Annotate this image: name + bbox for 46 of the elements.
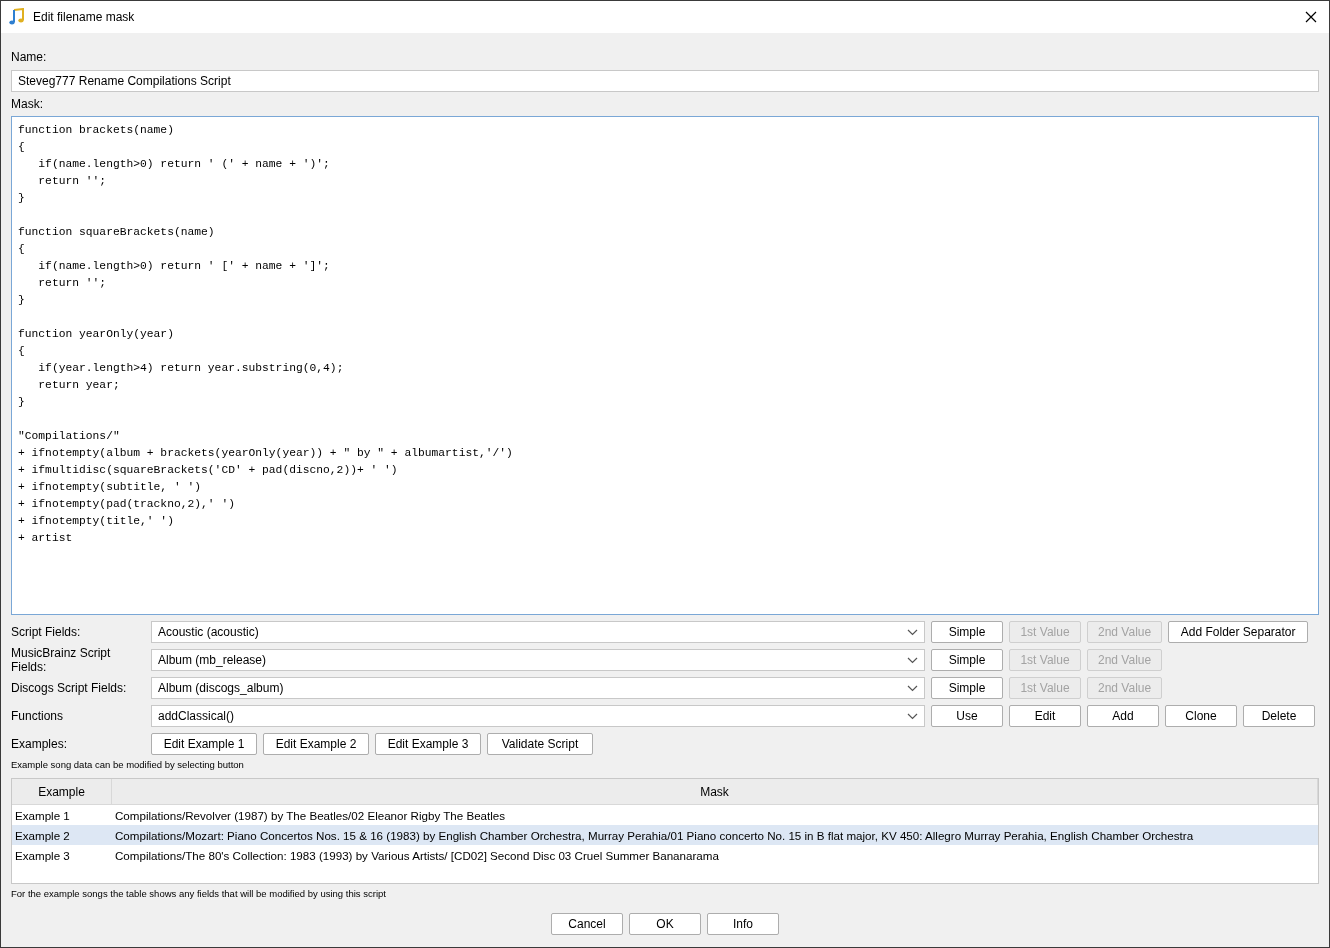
button[interactable]: Info (707, 913, 779, 935)
button[interactable]: Simple (931, 621, 1003, 643)
button[interactable]: Validate Script (487, 733, 593, 755)
field-label: Examples: (11, 737, 69, 751)
field-label: MusicBrainz Script Fields: (11, 646, 112, 674)
button[interactable]: Delete (1243, 705, 1315, 727)
chevron-down-icon (907, 712, 918, 720)
table-row[interactable] (12, 825, 1318, 845)
button[interactable]: Simple (931, 649, 1003, 671)
button[interactable]: Edit Example 2 (263, 733, 369, 755)
button[interactable]: Edit Example 3 (375, 733, 481, 755)
dropdown[interactable]: Acoustic (acoustic) (151, 621, 925, 643)
button[interactable]: Add Folder Separator (1168, 621, 1309, 643)
button[interactable]: Add (1087, 705, 1159, 727)
button[interactable]: Edit Example 1 (151, 733, 257, 755)
code-editor[interactable]: function brackets(name) { if(name.length>0) return ' (' + name + ')'; return ''; } function squareBrackets(name) { if(name.length>0) return ' [' + name + ']'; return ''; } function yearOnly(year) { if(year.length>4) return year.substring(0,4); return year; } "Compilations/" + ifnotempty(album + brackets(yearOnly(year)) + " by " + albumartist,'/') + ifmultidisc(squareBrackets('CD' + pad(discno,2))+ ' ') + ifnotempty(subtitle, ' ') + ifnotempty(pad(trackno,2),' ') + ifnotempty(title,' ') + artist (11, 116, 1319, 615)
button[interactable]: Cancel (551, 913, 623, 935)
dropdown[interactable]: Album (discogs_album) (151, 677, 925, 699)
button[interactable]: Clone (1165, 705, 1237, 727)
dropdown[interactable]: Album (mb_release) (151, 649, 925, 671)
name-field[interactable]: Steveg777 Rename Compilations Script (11, 70, 1319, 92)
field-label: Name: (11, 49, 48, 65)
dropdown[interactable]: addClassical() (151, 705, 925, 727)
button[interactable]: OK (629, 913, 701, 935)
window-title: Edit filename mask (33, 10, 136, 24)
chevron-down-icon (907, 684, 918, 692)
table-cell-text: Compilations/The 80's Collection: 1983 (1993) by Various Artists/ [CD02] Second Disc 03 Cruel Summer Bananarama (114, 848, 720, 862)
table-cell-text: Compilations/Revolver (1987) by The Beatles/02 Eleanor Rigby The Beatles (114, 808, 507, 822)
field-label: Script Fields: (11, 625, 82, 639)
field-label: Functions (11, 709, 65, 723)
music-note-icon (9, 8, 25, 26)
table-cell-text: Example 3 (14, 848, 71, 862)
button[interactable]: Edit (1009, 705, 1081, 727)
column-header[interactable]: Mask (112, 779, 1318, 804)
button[interactable]: Simple (931, 677, 1003, 699)
field-label: Mask: (11, 96, 44, 112)
field-label: Discogs Script Fields: (11, 681, 128, 695)
table-cell-text: Compilations/Mozart: Piano Concertos Nos. 15 & 16 (1983) by English Chamber Orchestra, Murray Perahia/01 Piano concerto No. 15 in B flat major, KV 450: Allegro Murray Perahia, English Chamber Orchestra (114, 828, 1195, 842)
table-cell-text: Example 2 (14, 828, 71, 842)
hint-text: Example song data can be modified by selecting button (11, 758, 245, 772)
button[interactable]: Use (931, 705, 1003, 727)
column-header[interactable]: Example (12, 779, 112, 804)
chevron-down-icon (907, 656, 918, 664)
table-cell-text: Example 1 (14, 808, 71, 822)
hint-text: For the example songs the table shows any fields that will be modified by using this script (11, 887, 387, 901)
chevron-down-icon (907, 628, 918, 636)
